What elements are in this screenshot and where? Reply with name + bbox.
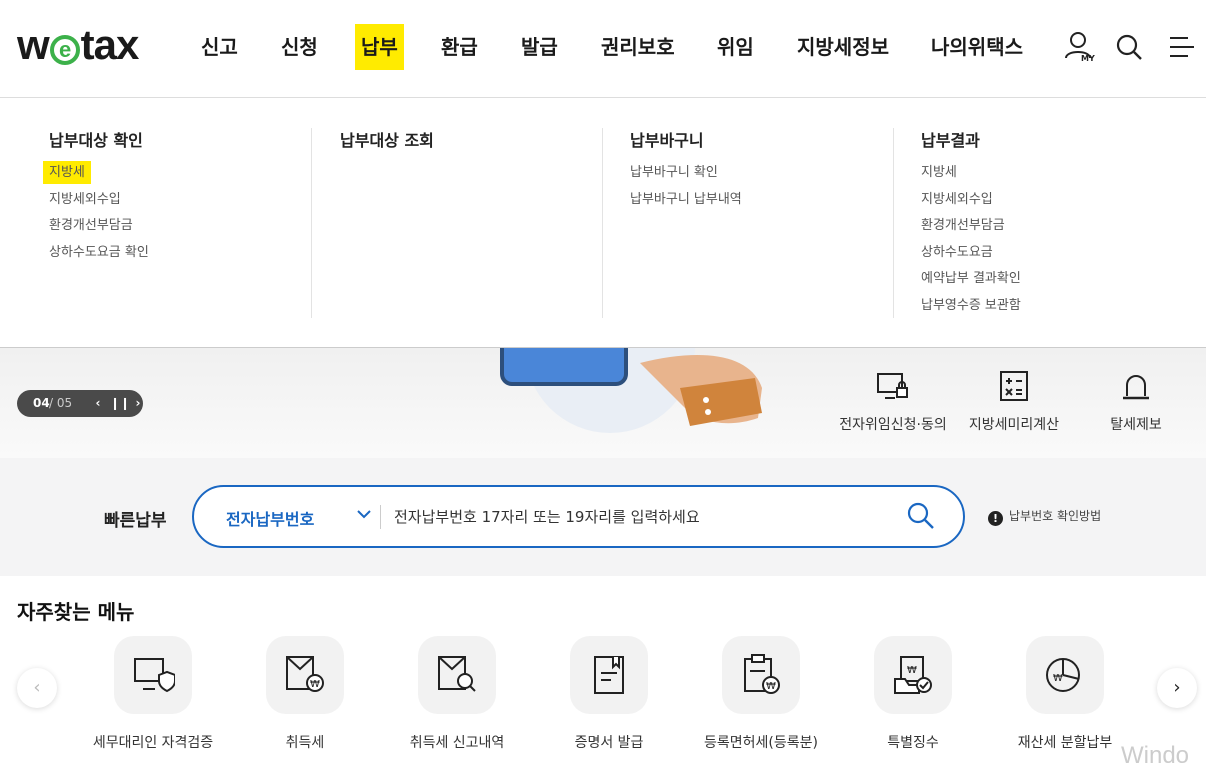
fav-registration-tax[interactable]: ₩ 등록면허세(등록분)	[685, 636, 837, 756]
quick-pay-section: 빠른납부 전자납부번호 !납부번호 확인방법	[0, 458, 1206, 576]
menu-col-target-check: 납부대상 확인 지방세 지방세외수입 환경개선부담금 상하수도요금 확인	[22, 128, 312, 318]
nav-balgeup[interactable]: 발급	[521, 24, 558, 70]
fav-acquisition-tax[interactable]: ₩ 취득세	[229, 636, 381, 756]
nav-napbu[interactable]: 납부	[355, 24, 404, 70]
menu-link-local-tax[interactable]: 지방세	[43, 160, 311, 187]
receipt-check-icon: ₩	[894, 656, 932, 694]
pager-current: 04	[33, 396, 50, 410]
banner-pager: 04 / 05 ‹ ❙❙ ›	[17, 390, 143, 417]
nav-hwangeup[interactable]: 환급	[441, 24, 478, 70]
napbu-mega-menu: 납부대상 확인 지방세 지방세외수입 환경개선부담금 상하수도요금 확인 납부대…	[0, 98, 1206, 348]
envelope-won-icon: ₩	[286, 656, 324, 692]
nav-delegation[interactable]: 위임	[717, 24, 754, 70]
menu-col-title[interactable]: 납부대상 조회	[340, 128, 602, 154]
nav-my-wetax[interactable]: 나의위택스	[931, 24, 1023, 70]
calculator-icon	[1000, 371, 1028, 401]
favorites-title: 자주찾는 메뉴	[17, 600, 135, 624]
fav-property-tax-installment[interactable]: ₩ 재산세 분할납부	[989, 636, 1141, 756]
menu-link-result-local-tax[interactable]: 지방세	[921, 160, 1181, 187]
menu-col-basket: 납부바구니 납부바구니 확인 납부바구니 납부내역	[630, 128, 894, 318]
chevron-down-icon	[357, 510, 371, 519]
menu-link-result-env[interactable]: 환경개선부담금	[921, 213, 1181, 240]
payment-number-input[interactable]	[394, 499, 894, 535]
menu-col-target-inquiry: 납부대상 조회	[340, 128, 603, 318]
menu-link-result-non-tax[interactable]: 지방세외수입	[921, 187, 1181, 214]
fav-certificate[interactable]: 증명서 발급	[533, 636, 685, 756]
payment-type-select[interactable]: 전자납부번호	[194, 487, 380, 546]
divider	[380, 505, 381, 529]
menu-link-basket-history[interactable]: 납부바구니 납부내역	[630, 187, 893, 214]
menu-link-env-charge[interactable]: 환경개선부담금	[49, 213, 311, 240]
svg-text:₩: ₩	[907, 665, 917, 676]
pie-won-icon: ₩	[1046, 658, 1080, 692]
menu-icon[interactable]	[1166, 30, 1198, 64]
nav-sincheong[interactable]: 신청	[281, 24, 318, 70]
payment-number-help-link[interactable]: ! 납부번호 확인방법	[988, 507, 1101, 526]
my-page-icon[interactable]: MY	[1064, 30, 1096, 64]
fav-special-collection[interactable]: ₩ 특별징수	[837, 636, 989, 756]
header: w e tax 신고 신청 납부 환급 발급 권리보호 위임 지방세정보 나의위택스…	[0, 0, 1206, 98]
quick-e-delegation[interactable]: 전자위임신청·동의	[828, 368, 958, 438]
nav-singo[interactable]: 신고	[201, 24, 238, 70]
nav-local-tax-info[interactable]: 지방세정보	[797, 24, 889, 70]
menu-link-reserved-result[interactable]: 예약납부 결과확인	[921, 266, 1181, 293]
monitor-lock-icon	[877, 373, 908, 399]
menu-link-receipt-box[interactable]: 납부영수증 보관함	[921, 293, 1181, 320]
quick-pay-title: 빠른납부	[104, 511, 167, 531]
fav-agent-verify[interactable]: 세무대리인 자격검증	[77, 636, 229, 756]
favorites-prev-icon[interactable]: ‹	[17, 668, 57, 708]
info-icon: !	[988, 511, 1003, 526]
search-icon[interactable]	[906, 501, 936, 531]
pause-icon[interactable]: ❙❙	[110, 390, 130, 417]
menu-col-title[interactable]: 납부바구니	[630, 128, 893, 154]
quick-tax-calculator[interactable]: 지방세미리계산	[949, 368, 1079, 438]
menu-link-water-bill[interactable]: 상하수도요금 확인	[49, 240, 311, 267]
svg-text:₩: ₩	[766, 681, 776, 692]
svg-text:₩: ₩	[1053, 673, 1063, 684]
menu-col-result: 납부결과 지방세 지방세외수입 환경개선부담금 상하수도요금 예약납부 결과확인…	[921, 128, 1181, 318]
nav-rights[interactable]: 권리보호	[601, 24, 675, 70]
next-slide-icon[interactable]: ›	[130, 390, 146, 417]
wetax-logo[interactable]: w e tax	[17, 22, 139, 68]
quick-tax-evasion-report[interactable]: 탈세제보	[1071, 368, 1201, 438]
menu-col-title[interactable]: 납부결과	[921, 128, 1181, 154]
pager-total: / 05	[49, 396, 73, 410]
envelope-search-icon	[438, 656, 476, 692]
windows-watermark: Windo	[1121, 742, 1190, 768]
document-bookmark-icon	[594, 656, 624, 694]
search-icon[interactable]	[1114, 30, 1146, 64]
banner-illustration	[500, 348, 762, 433]
main-banner: 04 / 05 ‹ ❙❙ › 전자위임신청·동의 지방세미리계산 탈세제보	[0, 348, 1206, 458]
fav-acquisition-history[interactable]: 취득세 신고내역	[381, 636, 533, 756]
menu-link-result-water[interactable]: 상하수도요금	[921, 240, 1181, 267]
quick-pay-box: 전자납부번호	[192, 485, 965, 548]
wetax-page: w e tax 신고 신청 납부 환급 발급 권리보호 위임 지방세정보 나의위택스…	[0, 0, 1206, 768]
svg-text:₩: ₩	[310, 679, 320, 690]
prev-slide-icon[interactable]: ‹	[90, 390, 106, 417]
siren-icon	[1123, 375, 1149, 400]
menu-link-basket-check[interactable]: 납부바구니 확인	[630, 160, 893, 187]
favorites-next-icon[interactable]: ›	[1157, 668, 1197, 708]
my-label: MY	[1081, 54, 1095, 63]
clipboard-won-icon: ₩	[744, 654, 780, 694]
menu-link-non-tax-revenue[interactable]: 지방세외수입	[49, 187, 311, 214]
monitor-shield-icon	[134, 658, 175, 693]
menu-col-title[interactable]: 납부대상 확인	[49, 128, 311, 154]
